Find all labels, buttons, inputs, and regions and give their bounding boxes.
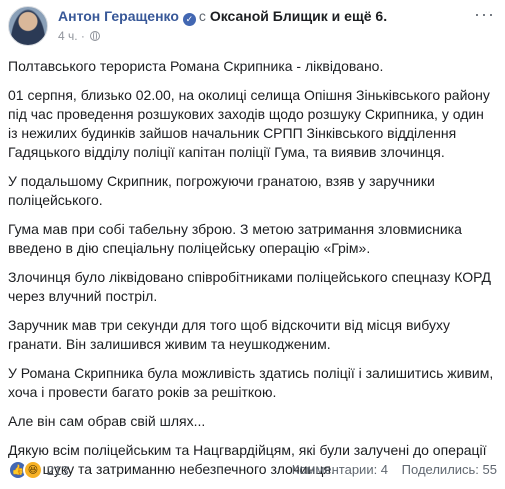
author-avatar[interactable]: [8, 6, 48, 46]
reaction-count: 213: [47, 462, 69, 478]
comments-count-link[interactable]: Комментарии: 4: [292, 462, 388, 477]
post-footer: 👍 😆 213 Комментарии: 4 Поделились: 55: [8, 460, 497, 480]
verified-check-icon: ✓: [182, 13, 196, 26]
post-header: Антон Геращенко ✓ с Оксаной Блищик и ещё 6…: [8, 5, 497, 46]
post-timestamp[interactable]: 4 ч.: [58, 29, 78, 43]
post-paragraph: Але він сам обрав свій шлях...: [8, 413, 206, 429]
with-prefix: с: [198, 8, 206, 24]
shares-count-link[interactable]: Поделились: 55: [402, 462, 497, 477]
post-paragraph: Заручник мав три секунди для того щоб ві…: [8, 317, 450, 352]
haha-icon: 😆: [23, 460, 43, 480]
post-text: Полтавського терориста Романа Скрипника …: [8, 57, 496, 489]
post-paragraph: Гума мав при собі табельну зброю. З мето…: [8, 221, 462, 256]
post-meta: 4 ч. ·: [58, 29, 101, 43]
post-paragraph: У подальшому Скрипник, погрожуючи гранат…: [8, 173, 435, 208]
post-paragraph: У Романа Скрипника була можливість здати…: [8, 365, 494, 400]
tagged-person-link[interactable]: Оксаной Блищик: [210, 8, 328, 24]
author-line: Антон Геращенко ✓ с Оксаной Блищик и ещё 6…: [58, 8, 387, 26]
reactions-summary[interactable]: 👍 😆 213: [8, 460, 69, 480]
tagged-more-link[interactable]: и ещё 6.: [332, 8, 387, 24]
author-name[interactable]: Антон Геращенко: [58, 8, 179, 24]
post-stats: Комментарии: 4 Поделились: 55: [292, 462, 497, 477]
post-paragraph: 01 серпня, близько 02.00, на околиці сел…: [8, 87, 490, 160]
with-tag: с Оксаной Блищик и ещё 6.: [199, 8, 387, 24]
post-paragraph: Злочинця було ліквідовано співробітникам…: [8, 269, 492, 304]
more-options-icon[interactable]: ···: [474, 5, 495, 23]
facebook-post: Антон Геращенко ✓ с Оксаной Блищик и ещё 6…: [0, 0, 505, 485]
globe-icon: [90, 31, 101, 41]
post-paragraph: Полтавського терориста Романа Скрипника …: [8, 58, 384, 74]
